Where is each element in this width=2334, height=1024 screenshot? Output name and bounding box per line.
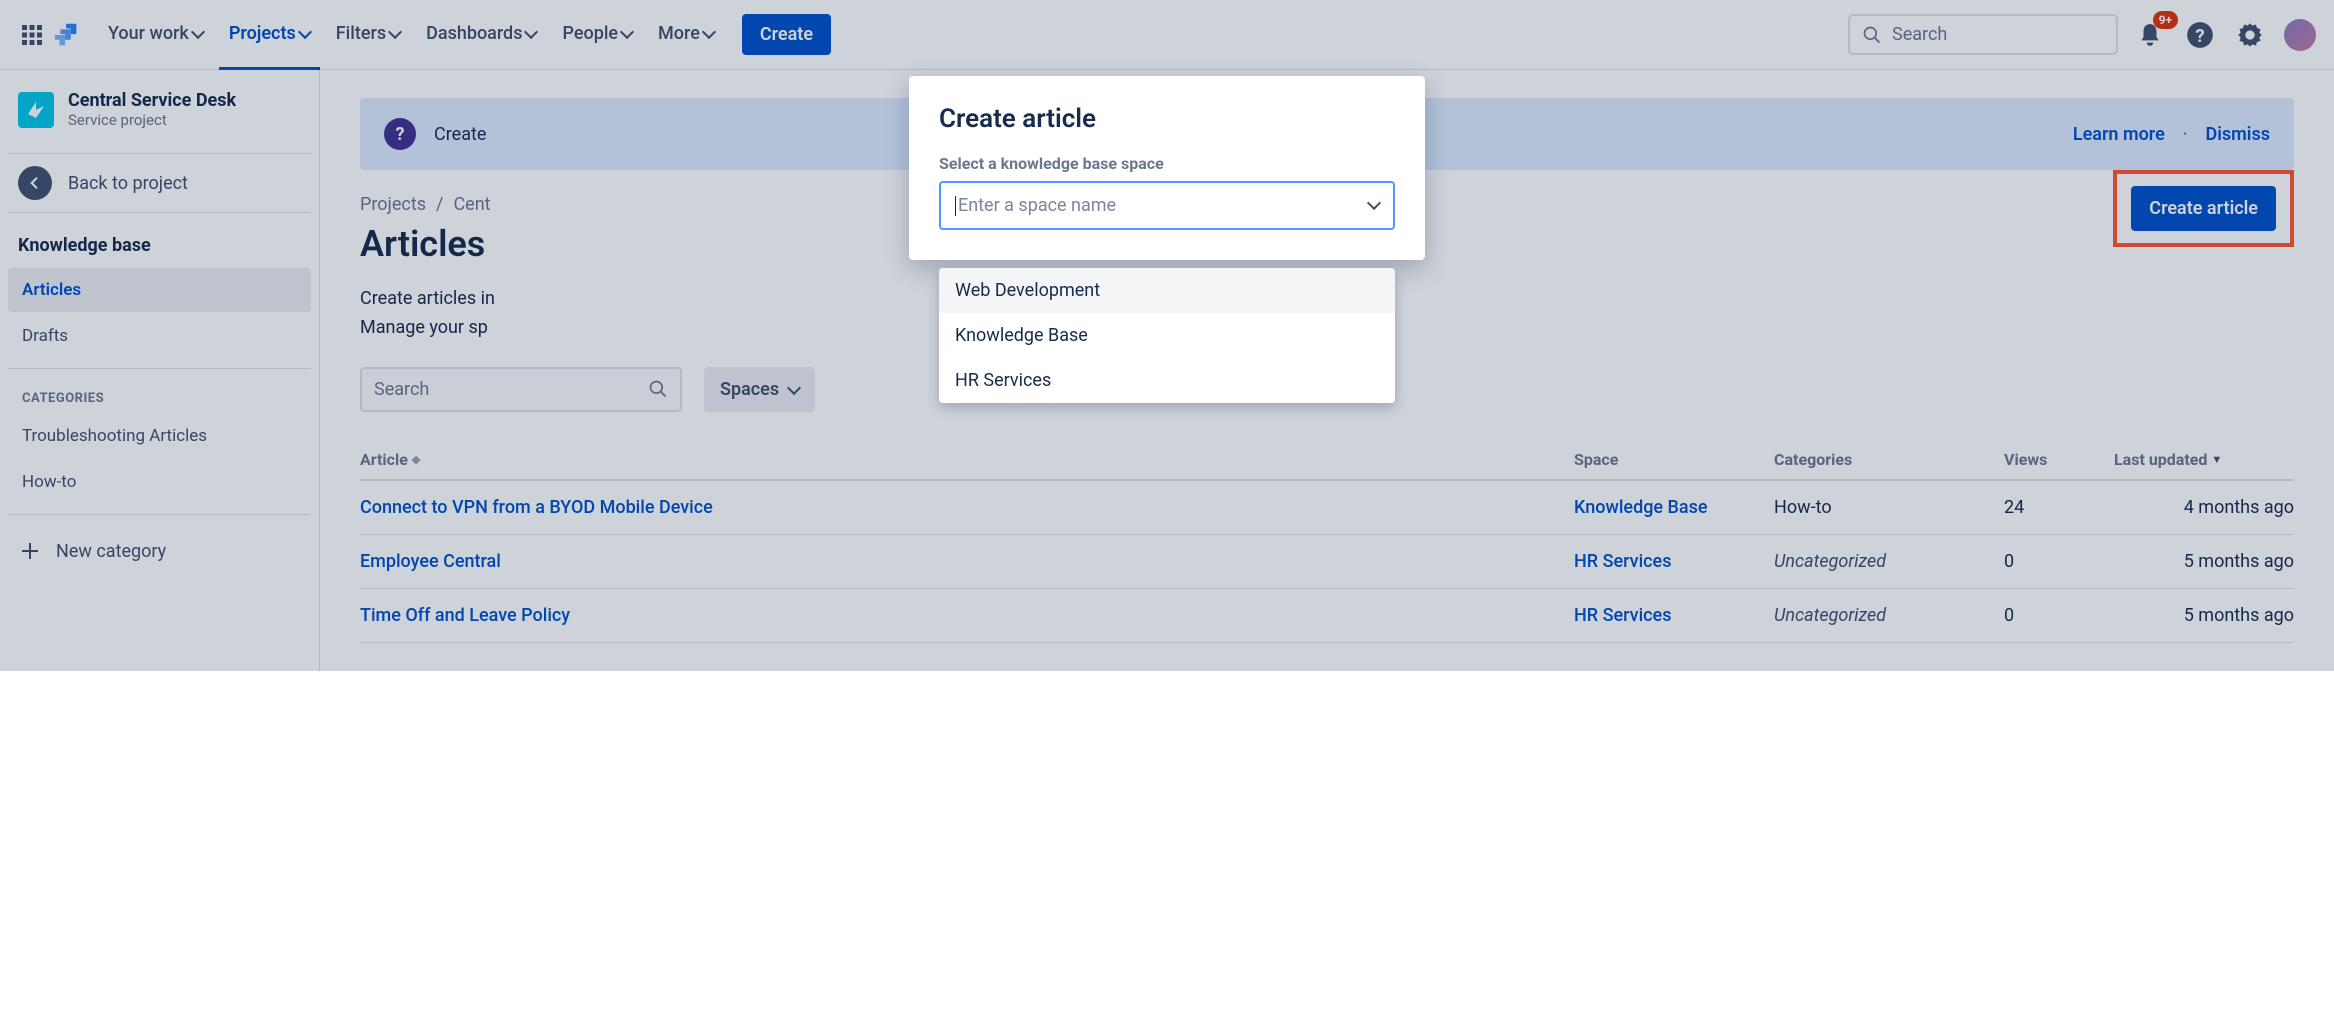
space-option-knowledge-base[interactable]: Knowledge Base [939, 313, 1395, 358]
chevron-down-icon [1369, 195, 1379, 216]
create-article-modal: Create article Select a knowledge base s… [909, 76, 1425, 260]
space-dropdown: Web DevelopmentKnowledge BaseHR Services [939, 268, 1395, 403]
space-option-hr-services[interactable]: HR Services [939, 358, 1395, 403]
modal-field-label: Select a knowledge base space [939, 154, 1395, 173]
modal-title: Create article [939, 104, 1395, 134]
space-select-placeholder: Enter a space name [958, 195, 1116, 216]
space-option-web-development[interactable]: Web Development [939, 268, 1395, 313]
space-select-input[interactable]: Enter a space name [939, 181, 1395, 230]
